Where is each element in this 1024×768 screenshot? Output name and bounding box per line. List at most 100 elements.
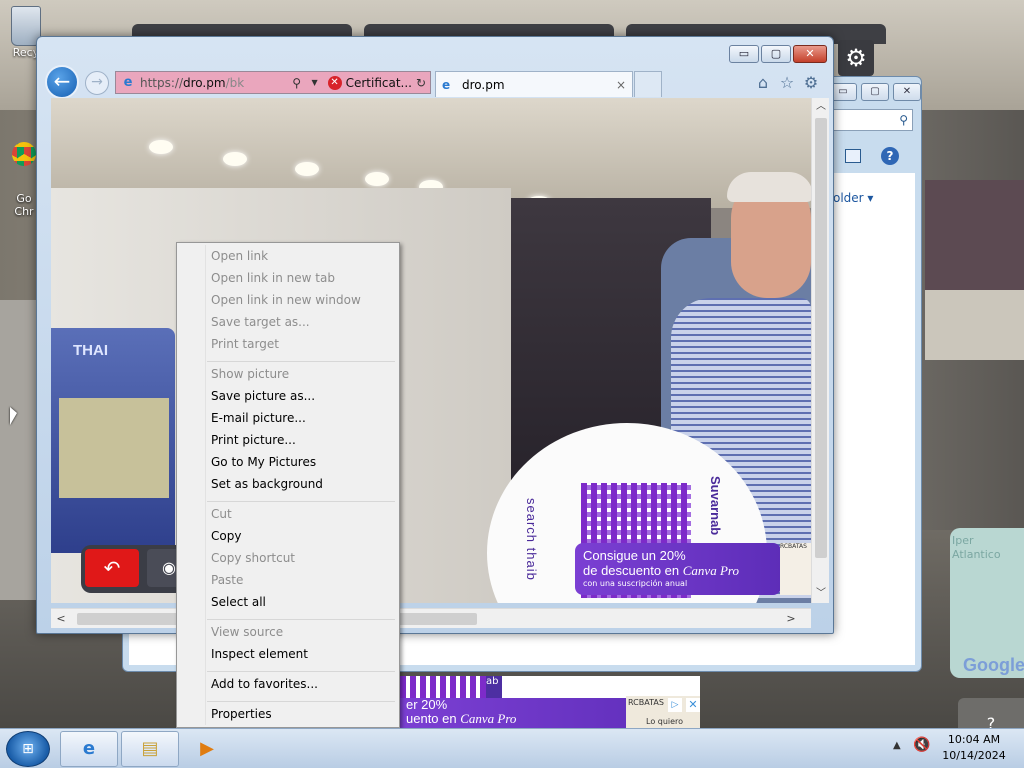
horizontal-scrollbar[interactable]: < > bbox=[51, 608, 811, 628]
browser-window: ▭ ▢ ✕ ← → e https://dro.pm/bk ⚲ ▼ ✕ Cert… bbox=[36, 36, 834, 634]
arrow-right-icon: → bbox=[91, 74, 103, 90]
menu-separator bbox=[207, 701, 395, 702]
help-icon[interactable]: ? bbox=[881, 147, 899, 165]
media-player-icon: ▶ bbox=[200, 738, 214, 759]
ad-line-3: con una suscripción anual bbox=[583, 579, 688, 588]
back-button[interactable]: ← bbox=[45, 65, 79, 99]
context-menu: Open link Open link in new tab Open link i… bbox=[176, 242, 400, 728]
discord-icon: ◉ bbox=[162, 558, 176, 577]
folder-icon: ▤ bbox=[141, 738, 159, 759]
new-tab-button[interactable] bbox=[634, 71, 662, 97]
google-logo: Google bbox=[963, 655, 1024, 675]
explorer-toolbar: ? bbox=[823, 143, 917, 171]
menu-item-inspect-element[interactable]: Inspect element bbox=[211, 644, 308, 664]
undo-button[interactable]: ↶ bbox=[85, 549, 139, 587]
settings-gear-icon[interactable]: ⚙ bbox=[801, 73, 821, 93]
qr-code bbox=[400, 676, 490, 698]
refresh-icon[interactable]: ↻ bbox=[412, 76, 430, 90]
taskbar-internet-explorer[interactable]: e bbox=[60, 731, 118, 767]
menu-item-copy-shortcut: Copy shortcut bbox=[211, 551, 295, 565]
menu-item-properties[interactable]: Properties bbox=[211, 704, 272, 724]
maximize-button[interactable]: ▢ bbox=[861, 83, 889, 101]
ad-close-icon[interactable]: ✕ bbox=[686, 698, 700, 712]
taskbar: ⊞ e ▤ ▶ bbox=[0, 728, 1024, 768]
menu-item-add-to-favorites[interactable]: Add to favorites... bbox=[211, 674, 318, 694]
menu-separator bbox=[207, 619, 395, 620]
menu-item-open-link: Open link bbox=[211, 249, 269, 263]
menu-item-show-picture: Show picture bbox=[211, 367, 290, 381]
menu-item-open-link-in-new-window: Open link in new window bbox=[211, 293, 361, 307]
system-clock[interactable]: 10:04 AM 10/14/2024 bbox=[934, 732, 1014, 764]
undo-arrow-icon: ↶ bbox=[103, 556, 121, 580]
ie-page-icon: e bbox=[442, 77, 451, 92]
menu-item-go-to-my-pictures[interactable]: Go to My Pictures bbox=[211, 452, 316, 472]
scroll-thumb[interactable] bbox=[815, 118, 827, 558]
taskbar-media-player[interactable]: ▶ bbox=[182, 731, 232, 767]
menu-item-save-target-as: Save target as... bbox=[211, 315, 310, 329]
qr-caption-left: search thaib bbox=[524, 498, 539, 581]
close-button[interactable]: ✕ bbox=[893, 83, 921, 101]
menu-item-print-target: Print target bbox=[211, 337, 279, 351]
search-icon: ⚲ bbox=[899, 113, 908, 127]
magazine-cta: Lo quiero bbox=[646, 717, 684, 726]
help-icon[interactable]: ? bbox=[958, 698, 1024, 733]
menu-item-print-picture[interactable]: Print picture... bbox=[211, 430, 296, 450]
windows-logo-icon: ⊞ bbox=[22, 741, 34, 757]
ie-page-icon: e bbox=[123, 74, 133, 90]
tab-title: dro.pm bbox=[462, 77, 505, 92]
show-hidden-icons-icon[interactable]: ▲ bbox=[893, 740, 901, 751]
menu-item-view-source: View source bbox=[211, 625, 284, 639]
mouse-cursor bbox=[10, 407, 17, 425]
search-icon[interactable]: ⚲ bbox=[288, 76, 306, 90]
page-viewport[interactable]: THAI search thaib Suvarnab Consigue un 2… bbox=[51, 98, 811, 603]
ad-line-1: Consigue un 20% bbox=[583, 548, 686, 563]
menu-separator bbox=[207, 671, 395, 672]
start-button[interactable]: ⊞ bbox=[6, 731, 50, 767]
minimize-button[interactable]: ▭ bbox=[729, 45, 759, 63]
scroll-up-icon[interactable]: ︿ bbox=[812, 98, 830, 116]
scroll-down-icon[interactable]: ﹀ bbox=[812, 585, 830, 603]
menu-item-e-mail-picture[interactable]: E-mail picture... bbox=[211, 408, 306, 428]
taskbar-file-explorer[interactable]: ▤ bbox=[121, 731, 179, 767]
magazine-ad[interactable]: RCBATAS bbox=[780, 543, 811, 595]
favorites-star-icon[interactable]: ☆ bbox=[777, 73, 797, 93]
maximize-button[interactable]: ▢ bbox=[761, 45, 791, 63]
explorer-search-input[interactable]: ⚲ bbox=[833, 109, 913, 131]
menu-item-copy[interactable]: Copy bbox=[211, 526, 241, 546]
clock-date: 10/14/2024 bbox=[942, 749, 1006, 762]
home-icon[interactable]: ⌂ bbox=[753, 73, 773, 93]
qr-caption-right: Suvarnab bbox=[708, 476, 723, 536]
menu-item-save-picture-as[interactable]: Save picture as... bbox=[211, 386, 315, 406]
bottom-ad-banner[interactable]: ab er 20% uento en Canva Pro RCBATAS Lo … bbox=[400, 676, 700, 728]
close-button[interactable]: ✕ bbox=[793, 45, 827, 63]
close-tab-icon[interactable]: × bbox=[616, 78, 626, 92]
scroll-left-icon[interactable]: < bbox=[51, 609, 71, 629]
wallpaper-pad-text: Iper Atlantico bbox=[952, 534, 1001, 561]
thai-logo-text: THAI bbox=[73, 342, 108, 359]
forward-button[interactable]: → bbox=[85, 71, 109, 95]
volume-muted-icon[interactable]: 🔇 bbox=[913, 737, 930, 753]
tab-dro-pm[interactable]: e dro.pm × bbox=[435, 71, 633, 97]
menu-item-cut: Cut bbox=[211, 507, 232, 521]
menu-item-select-all[interactable]: Select all bbox=[211, 592, 266, 612]
internet-explorer-icon: e bbox=[82, 738, 96, 759]
menu-item-paste: Paste bbox=[211, 573, 244, 587]
ad-choices-icon[interactable]: ▷ bbox=[668, 698, 682, 712]
scroll-right-icon[interactable]: > bbox=[781, 609, 801, 629]
vertical-scrollbar[interactable]: ︿ ﹀ bbox=[811, 98, 829, 603]
new-folder-button[interactable]: older ▾ bbox=[833, 191, 873, 205]
ad-line-2: de descuento en Canva Pro bbox=[583, 563, 739, 578]
chevron-down-icon[interactable]: ▼ bbox=[306, 78, 324, 87]
qr-caption: ab bbox=[486, 676, 502, 698]
certificate-error-icon[interactable]: ✕ bbox=[327, 75, 342, 90]
gear-icon[interactable]: ⚙ bbox=[838, 40, 874, 76]
menu-item-set-as-background[interactable]: Set as background bbox=[211, 474, 323, 494]
chrome-shortcut-icon bbox=[12, 142, 36, 166]
preview-pane-icon[interactable] bbox=[845, 149, 861, 163]
menu-separator bbox=[207, 501, 395, 502]
address-bar[interactable]: e https://dro.pm/bk ⚲ ▼ ✕ Certificat... … bbox=[115, 71, 431, 94]
clock-time: 10:04 AM bbox=[947, 733, 1001, 746]
certificate-error-label[interactable]: Certificat... bbox=[346, 76, 412, 90]
arrow-left-icon: ← bbox=[53, 69, 71, 93]
canva-ad[interactable]: Consigue un 20% de descuento en Canva Pr… bbox=[575, 543, 781, 595]
